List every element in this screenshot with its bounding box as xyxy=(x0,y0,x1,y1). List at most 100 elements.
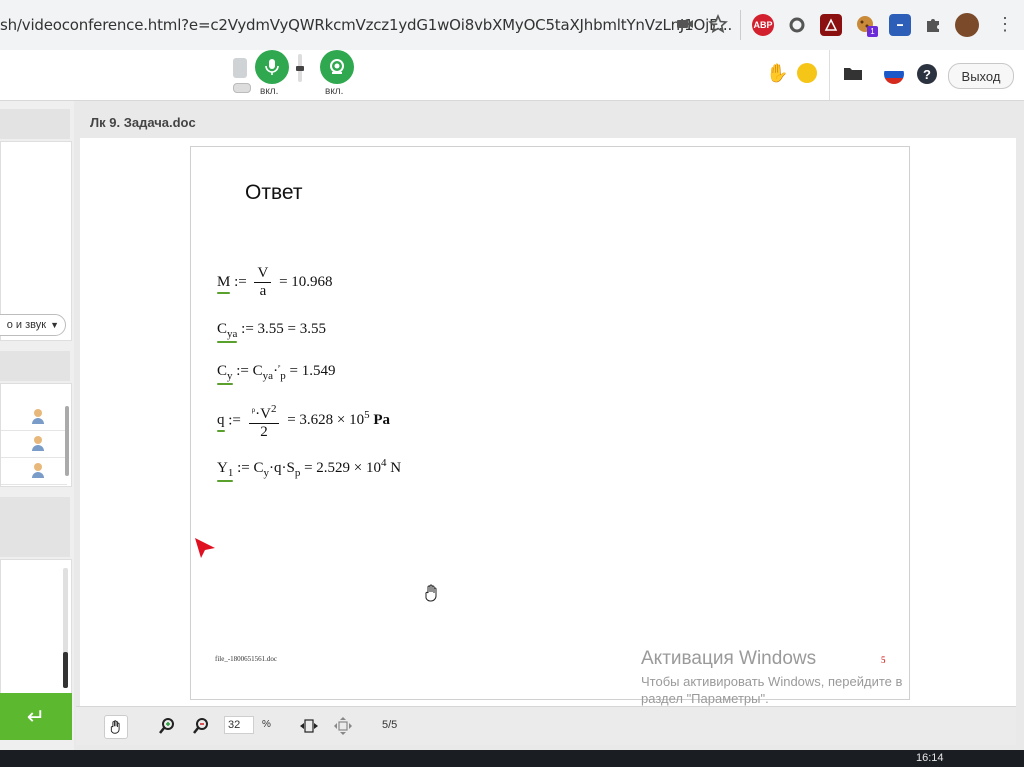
result-unit: N xyxy=(390,460,402,476)
presenter-pointer-icon xyxy=(193,536,217,560)
answer-heading: Ответ xyxy=(245,181,303,204)
participants-rows xyxy=(1,404,67,485)
expr-operator: ·q·S xyxy=(269,460,295,476)
pan-hand-button[interactable] xyxy=(104,715,128,739)
formula-lhs: M xyxy=(217,273,231,294)
zoom-input[interactable]: 32 xyxy=(224,716,254,734)
translate-extension-icon[interactable]: ▬ xyxy=(889,14,911,36)
fit-page-icon xyxy=(334,717,352,735)
audio-device-value: о и звук xyxy=(6,319,47,331)
result-unit: Pa xyxy=(373,412,391,429)
expr-symbol: C xyxy=(252,363,263,379)
formula-lhs: Y1 xyxy=(217,460,234,482)
zoom-unit: % xyxy=(262,719,271,730)
taskbar-clock[interactable]: 16:14 xyxy=(916,752,944,764)
document-toolbar: 32 % 5/5 xyxy=(76,706,1016,745)
result-value: = 3.628 × 10 xyxy=(287,412,365,429)
zoom-out-button[interactable] xyxy=(190,715,212,737)
chat-scrollbar-thumb[interactable] xyxy=(63,652,68,688)
expr-symbol: C xyxy=(253,460,264,476)
cookie-extension-icon[interactable]: 1 xyxy=(855,14,878,37)
fit-width-button[interactable] xyxy=(298,715,320,737)
result-exponent: 4 xyxy=(381,457,387,469)
fraction-numerator: ρ·V2 xyxy=(248,401,280,424)
assign-operator: := xyxy=(234,273,247,290)
formula-lhs: Cy xyxy=(217,363,233,385)
fraction-denominator: 2 xyxy=(260,424,268,440)
mic-toggle[interactable] xyxy=(233,83,251,93)
folder-icon[interactable] xyxy=(843,65,863,81)
windows-activation-watermark: Активация Windows Чтобы активировать Win… xyxy=(641,648,902,706)
send-button[interactable]: ↵ xyxy=(0,693,72,740)
emoji-icon[interactable] xyxy=(797,63,817,83)
puzzle-icon[interactable] xyxy=(924,15,942,33)
document-page: Ответ M := V a = 10.968 Cya := 3.55 = 3.… xyxy=(190,146,910,700)
fraction: V a xyxy=(254,265,272,300)
exit-button[interactable]: Выход xyxy=(948,63,1014,89)
assign-operator: := xyxy=(237,460,250,476)
participants-scrollbar[interactable] xyxy=(65,406,69,476)
camera-button[interactable] xyxy=(320,50,354,84)
browser-address-bar: sh/videoconference.html?e=c2VydmVyQWRkcm… xyxy=(0,0,1024,51)
camera-icon[interactable] xyxy=(676,15,694,33)
more-menu-icon[interactable]: ⋮ xyxy=(996,15,1014,33)
assign-operator: := xyxy=(236,363,249,379)
adblock-icon[interactable]: ABP xyxy=(752,14,774,36)
microphone-button[interactable] xyxy=(255,50,289,84)
circle-extension-icon[interactable] xyxy=(786,14,808,36)
pdf-extension-icon[interactable] xyxy=(820,14,842,36)
raise-hand-icon[interactable]: ✋ xyxy=(766,63,788,84)
document-header: Лк 9. Задача.doc xyxy=(76,108,1016,136)
left-panel xyxy=(0,101,74,750)
formula-result: = 3.55 xyxy=(287,321,327,337)
assign-operator: := xyxy=(228,412,241,429)
fraction-numerator: V xyxy=(254,265,272,283)
expr-subscript: ya xyxy=(262,370,274,382)
translate-glyph: ▬ xyxy=(897,22,903,28)
panel-header xyxy=(0,109,70,139)
file-name-label: file_-1800651561.doc xyxy=(215,655,278,663)
formula-result: = 2.529 × 104 N xyxy=(304,457,402,476)
hand-icon xyxy=(110,720,120,734)
russian-flag-icon[interactable] xyxy=(884,64,904,84)
expr-subscript-2: p xyxy=(294,467,301,479)
fit-width-icon xyxy=(300,719,318,733)
camera-state-label: вкл. xyxy=(325,86,344,97)
chat-area xyxy=(0,559,72,697)
divider xyxy=(829,50,830,100)
zoom-out-icon xyxy=(193,718,208,734)
document-title: Лк 9. Задача.doc xyxy=(90,115,196,130)
activation-line: раздел "Параметры". xyxy=(641,691,769,706)
url-field[interactable]: sh/videoconference.html?e=c2VydmVyQWRkcm… xyxy=(0,16,732,34)
formula-expression: Cya·ᵖp xyxy=(252,363,286,382)
participant-row[interactable] xyxy=(1,458,67,485)
bookmark-star-icon[interactable] xyxy=(708,13,728,34)
mic-level-icon xyxy=(233,58,247,78)
participant-row[interactable] xyxy=(1,431,67,458)
user-icon xyxy=(32,409,44,424)
chat-header xyxy=(0,497,70,557)
chat-scrollbar[interactable] xyxy=(63,568,68,688)
user-icon xyxy=(32,463,44,478)
adblock-label: ABP xyxy=(753,20,773,30)
extension-badge: 1 xyxy=(867,26,878,37)
participant-row[interactable] xyxy=(1,404,67,431)
os-taskbar: 16:14 xyxy=(0,750,1024,767)
help-icon[interactable]: ? xyxy=(917,64,937,84)
volume-slider-handle[interactable] xyxy=(296,66,304,71)
volume-slider[interactable] xyxy=(296,54,304,82)
formula-expression: Cy·q·Sp xyxy=(253,460,301,479)
lhs-subscript: y xyxy=(227,370,233,382)
participants-list xyxy=(0,383,72,487)
audio-device-select[interactable]: о и звук ▼ xyxy=(0,314,66,336)
formula-lift-force: Y1 := Cy·q·Sp = 2.529 × 104 N xyxy=(217,457,402,482)
lhs-symbol: Y xyxy=(217,460,228,476)
user-icon xyxy=(32,436,44,451)
fit-page-button[interactable] xyxy=(332,715,354,737)
page-counter: 5/5 xyxy=(382,719,398,731)
result-value: = 2.529 × 10 xyxy=(304,460,382,476)
lhs-subscript: ya xyxy=(227,328,238,340)
chevron-down-icon: ▼ xyxy=(50,320,59,330)
zoom-in-button[interactable] xyxy=(156,715,178,737)
profile-avatar[interactable] xyxy=(955,13,979,37)
